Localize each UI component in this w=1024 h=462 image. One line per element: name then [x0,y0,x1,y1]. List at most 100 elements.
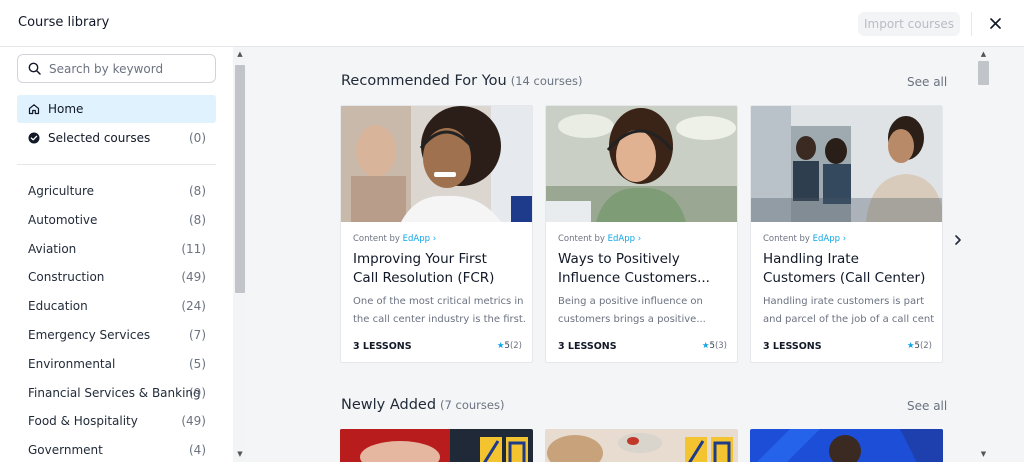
course-card[interactable]: Content by EdApp › Ways to Positively Inf… [545,105,738,363]
section-count: (14 courses) [510,74,583,88]
scroll-up-arrow-icon[interactable]: ▲ [978,50,989,58]
rating-count: (3) [714,341,727,351]
course-title: Improving Your First Call Resolution (FCR… [353,250,525,288]
section-title-recommended: Recommended For You (14 courses) [341,73,582,89]
category-count: (9) [189,385,206,400]
provider-link[interactable]: EdApp [403,234,430,244]
category-label: Environmental [28,356,116,371]
sidebar-scrollbar[interactable]: ▲ ▼ [233,47,247,462]
course-card[interactable]: Content by EdApp › Improving Your First C… [340,105,533,363]
description-line: One of the most critical metrics in [353,296,524,307]
chevron-right-icon: › [840,234,847,244]
course-description: Handling irate customers is part and parc… [763,293,935,329]
category-item[interactable]: Environmental (5) [17,350,216,378]
card-provider-line: Content by EdApp › [558,234,641,244]
category-label: Government [28,443,103,458]
course-thumbnail [545,429,738,462]
course-thumbnail [340,429,533,462]
rating: ★5(2) [497,341,522,351]
main-scroll-thumb[interactable] [978,61,989,85]
category-item[interactable]: Automotive (8) [17,206,216,234]
sidebar-item-selected-courses[interactable]: Selected courses (0) [17,124,216,152]
main-scrollbar[interactable]: ▲ ▼ [977,47,990,462]
star-icon: ★ [906,341,915,351]
chevron-right-icon[interactable] [954,234,962,250]
scroll-down-arrow-icon[interactable]: ▼ [978,450,989,458]
category-label: Agriculture [28,184,94,198]
sidebar-scroll-thumb[interactable] [235,65,245,293]
category-item[interactable]: Aviation (11) [17,235,216,263]
see-all-recommended-link[interactable]: See all [907,75,947,89]
provider-link[interactable]: EdApp [608,234,635,244]
category-label: Construction [28,270,105,285]
course-title-line: Ways to Positively [558,251,680,267]
course-card[interactable]: Content by EdApp › Handling Irate Custome… [750,105,943,363]
category-count: (8) [189,212,206,227]
course-title-line: Customers (Call Center) [763,270,926,286]
description-line: Being a positive influence on [558,296,703,307]
sidebar-item-label: Selected courses [48,131,151,145]
dialog-title: Course library [18,15,110,30]
course-title: Handling Irate Customers (Call Center) [763,250,935,288]
course-card[interactable] [750,429,943,462]
sidebar-divider [17,164,216,165]
category-item[interactable]: Education (24) [17,292,216,320]
provider-link[interactable]: EdApp [813,234,840,244]
section-count: (7 courses) [440,398,505,412]
category-count: (4) [189,443,206,458]
course-title-line: Improving Your First [353,251,487,267]
description-line: Handling irate customers is part [763,296,925,307]
lesson-count: 3 LESSONS [763,341,822,352]
see-all-newly-added-link[interactable]: See all [907,399,947,413]
home-icon [28,103,40,115]
course-card[interactable] [545,429,738,462]
course-title-line: Handling Irate [763,251,859,267]
category-label: Emergency Services [28,328,151,342]
chevron-right-icon: › [430,234,437,244]
category-item[interactable]: Financial Services & Banking (9) [17,379,216,407]
category-label: Financial Services & Banking [28,385,201,400]
rating: ★5(2) [907,341,932,351]
lesson-count: 3 LESSONS [558,341,617,352]
import-courses-button[interactable]: Import courses [858,12,960,36]
course-thumbnail [750,429,943,462]
header-divider [971,12,972,36]
search-box[interactable] [17,54,216,83]
description-line: and parcel of the job of a call cent... [763,314,935,325]
category-item[interactable]: Food & Hospitality (49) [17,407,216,435]
search-input[interactable] [49,61,209,76]
right-gutter [990,47,1024,462]
category-count: (7) [189,328,206,342]
course-thumbnail [341,106,532,222]
category-item[interactable]: Construction (49) [17,263,216,291]
dialog-header: Course library Import courses [0,0,1024,47]
description-line: the call center industry is the first... [353,314,525,325]
scroll-up-arrow-icon[interactable]: ▲ [236,50,244,58]
main-content: Recommended For You (14 courses) See all … [247,47,977,462]
category-item[interactable]: Agriculture (8) [17,177,216,205]
section-title-newly-added: Newly Added (7 courses) [341,397,504,413]
content-by-label: Content by [558,234,605,244]
chevron-right-icon: › [635,234,642,244]
search-icon [28,62,41,75]
course-description: Being a positive influence on customers b… [558,293,730,329]
close-icon[interactable] [986,14,1004,32]
category-count: (11) [181,241,206,256]
sidebar-item-label: Home [48,102,84,116]
course-card[interactable] [340,429,533,462]
content-by-label: Content by [763,234,810,244]
category-item[interactable]: Emergency Services (7) [17,321,216,349]
category-label: Education [28,299,88,314]
rating: ★5(3) [702,341,727,351]
card-provider-line: Content by EdApp › [353,234,436,244]
category-item[interactable]: Government (4) [17,436,216,462]
category-count: (49) [181,414,206,429]
section-heading: Newly Added [341,397,437,413]
sidebar-item-home[interactable]: Home [17,95,216,123]
scroll-down-arrow-icon[interactable]: ▼ [236,450,244,458]
category-count: (5) [189,356,206,371]
category-label: Aviation [28,241,77,256]
category-label: Food & Hospitality [28,414,138,429]
course-title: Ways to Positively Influence Customers... [558,250,730,288]
rating-count: (2) [919,341,932,351]
